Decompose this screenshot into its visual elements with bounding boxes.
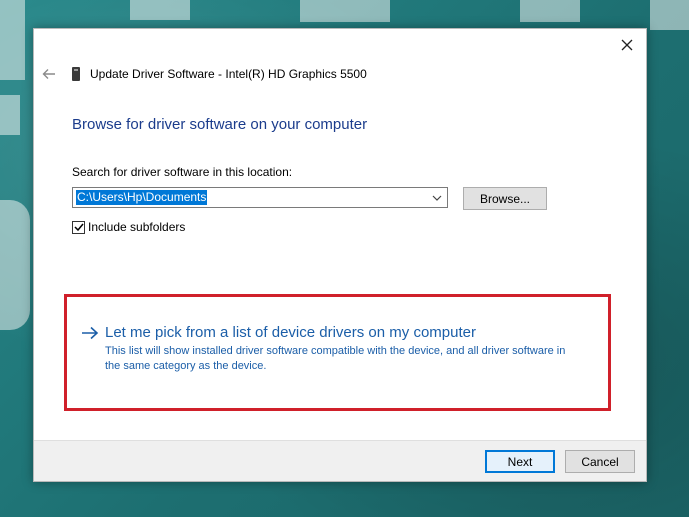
wallpaper-graphic [0,200,30,330]
wallpaper-graphic [520,0,580,22]
include-subfolders-option[interactable]: Include subfolders [72,220,185,234]
close-icon [621,39,633,51]
wallpaper-graphic [130,0,190,20]
dialog-title: Update Driver Software - Intel(R) HD Gra… [90,67,367,81]
back-arrow-icon [42,69,55,79]
dialog-footer: Next Cancel [34,440,646,481]
include-subfolders-label[interactable]: Include subfolders [88,220,185,234]
search-location-combobox[interactable]: C:\Users\Hp\Documents [72,187,448,208]
search-location-label: Search for driver software in this locat… [72,165,293,179]
back-button[interactable] [41,66,57,82]
search-location-value[interactable]: C:\Users\Hp\Documents [76,190,208,205]
next-button[interactable]: Next [485,450,555,473]
wallpaper-graphic [300,0,390,22]
cancel-button[interactable]: Cancel [565,450,635,473]
chevron-down-icon[interactable] [431,192,443,204]
close-button[interactable] [616,35,638,55]
device-icon [72,67,80,81]
wallpaper-graphic [650,0,689,30]
wallpaper-graphic [0,95,20,135]
pick-from-list-link[interactable]: Let me pick from a list of device driver… [81,324,476,341]
page-heading: Browse for driver software on your compu… [72,116,368,133]
browse-button[interactable]: Browse... [463,187,547,210]
dialog-title-row: Update Driver Software - Intel(R) HD Gra… [72,66,367,82]
checkmark-icon [73,223,84,232]
pick-from-list-title[interactable]: Let me pick from a list of device driver… [105,324,476,341]
include-subfolders-checkbox[interactable] [72,220,85,234]
wallpaper-graphic [0,0,25,80]
update-driver-dialog: Update Driver Software - Intel(R) HD Gra… [33,28,647,482]
right-arrow-icon[interactable] [81,326,99,340]
pick-from-list-description[interactable]: This list will show installed driver sof… [105,344,575,374]
